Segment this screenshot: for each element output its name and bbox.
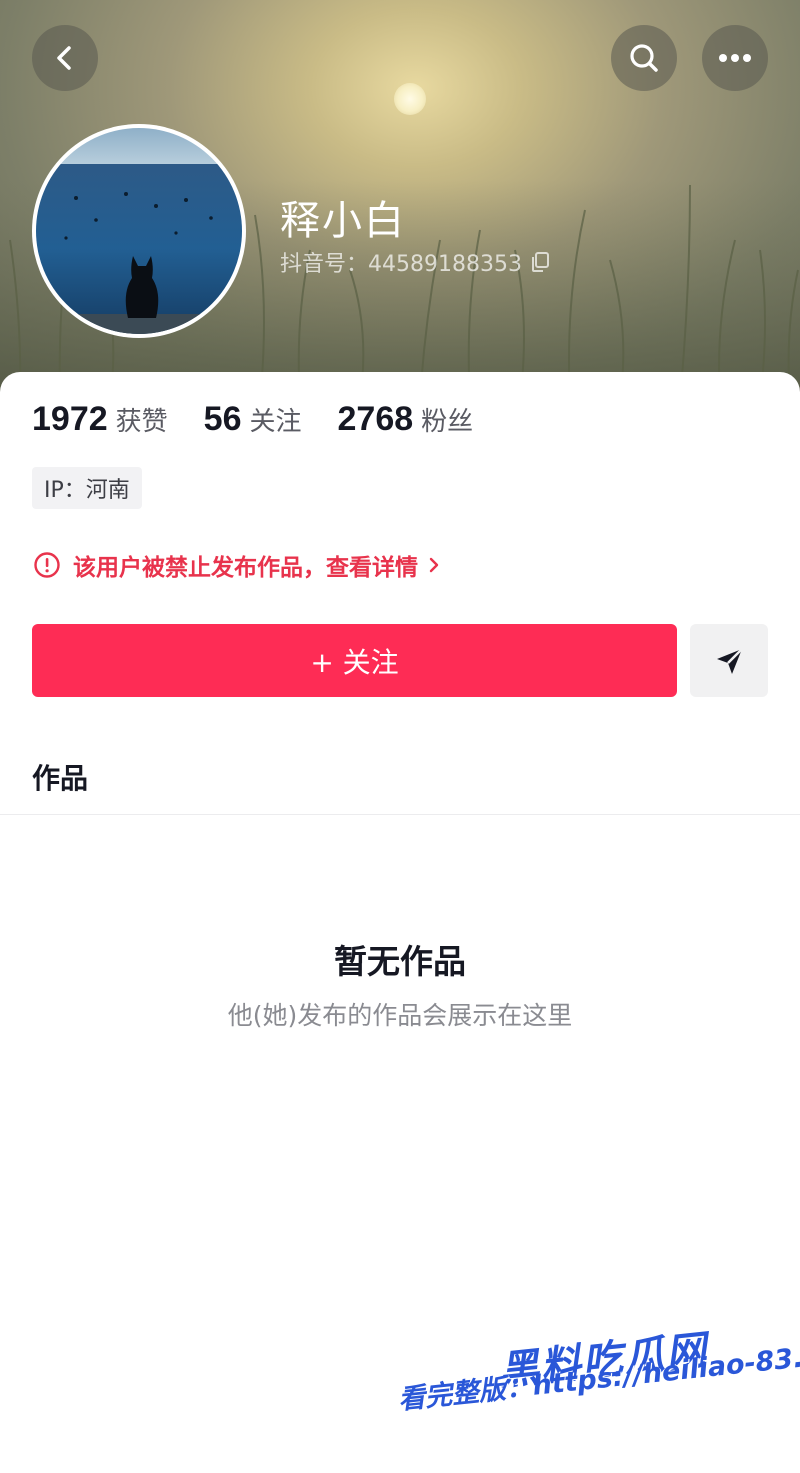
stats-row: 1972 获赞 56 关注 2768 粉丝 bbox=[32, 400, 509, 439]
tab-works[interactable]: 作品 bbox=[32, 757, 88, 797]
message-button[interactable] bbox=[690, 624, 768, 697]
follow-button[interactable]: + 关注 bbox=[32, 624, 677, 697]
alert-circle-icon bbox=[34, 552, 60, 578]
search-icon bbox=[630, 44, 658, 72]
chevron-right-icon bbox=[429, 557, 439, 573]
empty-state-subtitle: 他(她)发布的作品会展示在这里 bbox=[227, 1001, 573, 1030]
search-button[interactable] bbox=[611, 25, 677, 91]
followers-count[interactable]: 2768 bbox=[338, 400, 414, 439]
ip-location-tag: IP：河南 bbox=[32, 467, 142, 509]
chevron-left-icon bbox=[57, 46, 71, 70]
ban-notice-text: 该用户被禁止发布作品，查看详情 bbox=[73, 555, 418, 581]
likes-label: 获赞 bbox=[115, 407, 168, 437]
douyin-id-text: 抖音号：44589188353 bbox=[280, 252, 522, 277]
empty-state-title: 暂无作品 bbox=[334, 942, 466, 981]
avatar[interactable] bbox=[32, 124, 246, 338]
following-label[interactable]: 关注 bbox=[249, 401, 301, 438]
following-count[interactable]: 56 bbox=[204, 400, 242, 439]
avatar-image bbox=[36, 128, 242, 334]
back-button[interactable] bbox=[32, 25, 98, 91]
douyin-id[interactable]: 抖音号：44589188353 bbox=[280, 246, 550, 278]
nickname: 释小白 bbox=[280, 198, 406, 244]
likes-count: 1972 bbox=[32, 400, 108, 438]
more-icon bbox=[719, 54, 751, 62]
more-button[interactable] bbox=[702, 25, 768, 91]
ban-notice[interactable]: 该用户被禁止发布作品，查看详情 bbox=[33, 548, 442, 582]
followers-label[interactable]: 粉丝 bbox=[421, 401, 473, 438]
tab-divider bbox=[0, 814, 800, 815]
copy-icon[interactable] bbox=[530, 251, 550, 273]
profile-panel bbox=[0, 372, 800, 1473]
send-icon bbox=[717, 647, 743, 674]
